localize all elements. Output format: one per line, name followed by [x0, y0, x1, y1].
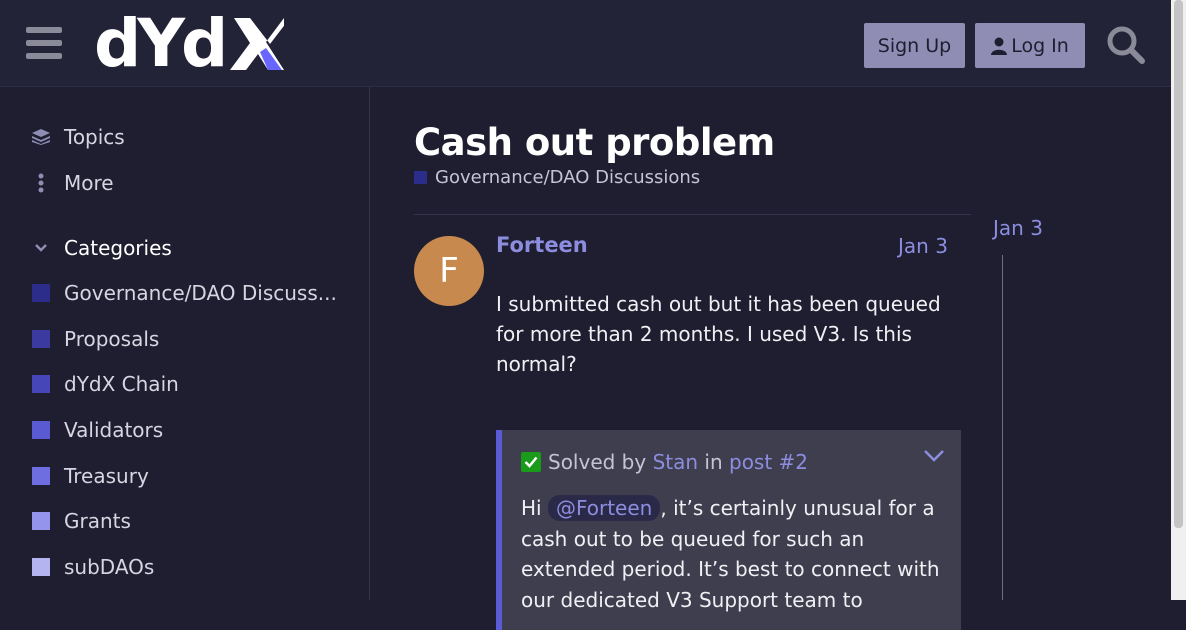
- solution-post-link[interactable]: post #2: [729, 450, 808, 474]
- layers-icon: [32, 129, 50, 145]
- sidebar-item-label: Topics: [64, 125, 125, 149]
- sidebar-item-label: subDAOs: [64, 555, 155, 579]
- sidebar-item-topics[interactable]: Topics: [32, 125, 125, 149]
- category-color-swatch: [414, 171, 427, 184]
- sidebar-item-validators[interactable]: Validators: [32, 418, 163, 442]
- avatar[interactable]: F: [414, 236, 484, 306]
- category-label: Governance/DAO Discussions: [435, 167, 701, 188]
- user-icon: [991, 37, 1008, 55]
- sidebar-item-label: Grants: [64, 509, 131, 533]
- sidebar-item-more[interactable]: More: [32, 171, 114, 195]
- page-scrollbar[interactable]: [1171, 0, 1186, 600]
- sidebar-item-proposals[interactable]: Proposals: [32, 327, 159, 351]
- categories-section-toggle[interactable]: Categories: [32, 236, 172, 260]
- topic-title[interactable]: Cash out problem: [414, 121, 775, 164]
- category-color-swatch: [32, 467, 50, 485]
- solution-body: Hi @Forteen, it’s certainly unusual for …: [521, 493, 941, 615]
- post-author-link[interactable]: Forteen: [496, 233, 588, 257]
- solution-greeting: Hi: [521, 496, 542, 520]
- expand-chevron-icon[interactable]: [923, 448, 945, 467]
- sidebar-item-treasury[interactable]: Treasury: [32, 464, 149, 488]
- post-body: I submitted cash out but it has been que…: [496, 292, 941, 376]
- log-in-label: Log In: [1011, 34, 1069, 57]
- sidebar-item-label: Validators: [64, 418, 164, 442]
- category-color-swatch: [32, 421, 50, 439]
- solved-by-text: Solved by: [548, 450, 647, 474]
- sidebar: Topics More Categories Governance/DAO Di…: [0, 87, 370, 600]
- svg-text:dYd: dYd: [94, 12, 224, 72]
- divider: [414, 214, 971, 215]
- sidebar-item-label: Proposals: [64, 327, 160, 351]
- avatar-letter: F: [439, 251, 459, 291]
- sidebar-item-subdaos[interactable]: subDAOs: [32, 555, 154, 579]
- vertical-ellipsis-icon: [32, 173, 50, 193]
- checkbox-check-icon: [521, 452, 541, 472]
- topic-category-badge[interactable]: Governance/DAO Discussions: [414, 167, 700, 188]
- category-color-swatch: [32, 284, 50, 302]
- sidebar-item-grants[interactable]: Grants: [32, 509, 131, 533]
- scrollbar-thumb[interactable]: [1174, 0, 1183, 528]
- sidebar-item-label: Treasury: [64, 464, 149, 488]
- sign-up-label: Sign Up: [877, 34, 952, 57]
- category-color-swatch: [32, 558, 50, 576]
- sidebar-item-label: dYdX Chain: [64, 372, 179, 396]
- sign-up-button[interactable]: Sign Up: [864, 23, 965, 68]
- category-color-swatch: [32, 330, 50, 348]
- sidebar-item-label: Governance/DAO Discuss...: [64, 281, 337, 305]
- chevron-down-icon: [32, 243, 50, 253]
- sidebar-item-governance[interactable]: Governance/DAO Discuss...: [32, 281, 337, 305]
- solution-header: Solved by Stan in post #2: [521, 450, 808, 474]
- sidebar-item-dydx-chain[interactable]: dYdX Chain: [32, 372, 179, 396]
- timeline-scrubber[interactable]: [1002, 255, 1003, 600]
- sidebar-item-label: More: [64, 171, 114, 195]
- post-date[interactable]: Jan 3: [898, 234, 948, 258]
- hamburger-menu-icon[interactable]: [26, 27, 62, 59]
- categories-heading: Categories: [64, 236, 172, 260]
- in-text: in: [704, 450, 723, 474]
- solution-author-link[interactable]: Stan: [653, 450, 698, 474]
- search-icon[interactable]: [1106, 25, 1146, 69]
- site-header: dYd Sign Up Log In: [0, 0, 1171, 87]
- accepted-solution-box: Solved by Stan in post #2 Hi @Forteen, i…: [496, 430, 961, 630]
- category-color-swatch: [32, 512, 50, 530]
- log-in-button[interactable]: Log In: [975, 23, 1085, 68]
- category-color-swatch: [32, 375, 50, 393]
- timeline-date[interactable]: Jan 3: [993, 216, 1043, 240]
- dydx-logo[interactable]: dYd: [94, 5, 290, 82]
- user-mention-link[interactable]: @Forteen: [547, 495, 661, 521]
